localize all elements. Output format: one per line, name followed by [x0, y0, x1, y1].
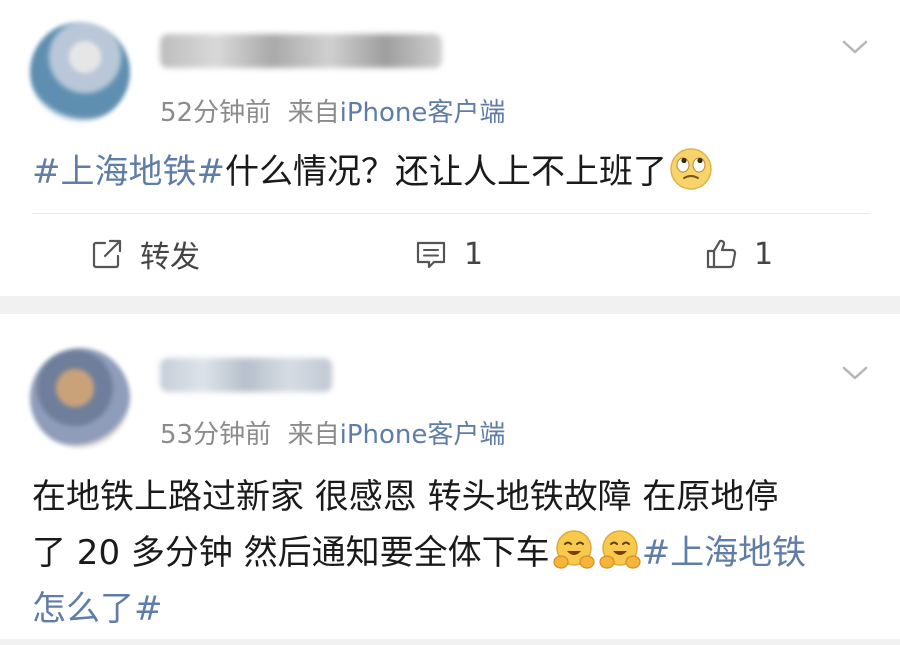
like-count: 1 [754, 236, 774, 272]
divider [32, 213, 870, 214]
post-time: 52分钟前 [160, 98, 272, 128]
source-link[interactable]: iPhone客户端 [340, 420, 506, 450]
post-meta: 53分钟前 来自iPhone客户端 [160, 414, 505, 451]
source-link[interactable]: iPhone客户端 [340, 98, 506, 128]
like-button[interactable]: 1 [704, 232, 773, 276]
post-text-line: 了 20 多分钟 然后通知要全体下车 #上海地铁 [32, 525, 806, 581]
hashtag-link[interactable]: 怎么了# [32, 581, 806, 637]
post-content: #上海地铁#什么情况？还让人上不上班了 [32, 144, 713, 200]
post-time: 53分钟前 [160, 420, 272, 450]
post-text: 了 20 多分钟 然后通知要全体下车 [32, 533, 550, 573]
hashtag-link[interactable]: #上海地铁# [32, 152, 225, 192]
avatar[interactable] [30, 22, 130, 122]
source-prefix: 来自 [287, 420, 340, 450]
post-text: 什么情况？还让人上不上班了 [224, 152, 667, 192]
username-blurred[interactable] [160, 358, 332, 392]
post-card: 53分钟前 来自iPhone客户端 在地铁上路过新家 很感恩 转头地铁故障 在原… [0, 314, 900, 639]
comment-icon [416, 241, 446, 269]
eye-roll-emoji-icon [670, 148, 712, 190]
chevron-down-icon[interactable] [840, 358, 870, 388]
post-separator [0, 639, 900, 645]
post-text-line: 在地铁上路过新家 很感恩 转头地铁故障 在原地停 [32, 477, 779, 517]
source-prefix: 来自 [287, 98, 340, 128]
post-separator [0, 296, 900, 314]
post-meta: 52分钟前 来自iPhone客户端 [160, 92, 505, 129]
chevron-down-icon[interactable] [840, 32, 870, 62]
hug-emoji-icon [553, 530, 595, 569]
comment-count: 1 [464, 236, 484, 272]
hashtag-link[interactable]: #上海地铁 [642, 533, 807, 573]
repost-label: 转发 [140, 240, 200, 275]
thumbs-up-icon [706, 239, 737, 269]
comment-button[interactable]: 1 [414, 232, 483, 276]
hug-emoji-icon [599, 530, 641, 569]
post-card: 52分钟前 来自iPhone客户端 #上海地铁#什么情况？还让人上不上班了 转发… [0, 0, 900, 296]
repost-button[interactable]: 转发 [90, 232, 200, 276]
username-blurred[interactable] [160, 34, 442, 68]
post-content: 在地铁上路过新家 很感恩 转头地铁故障 在原地停 了 20 多分钟 然后通知要全… [32, 469, 806, 637]
avatar[interactable] [30, 348, 130, 448]
share-icon [92, 239, 122, 269]
